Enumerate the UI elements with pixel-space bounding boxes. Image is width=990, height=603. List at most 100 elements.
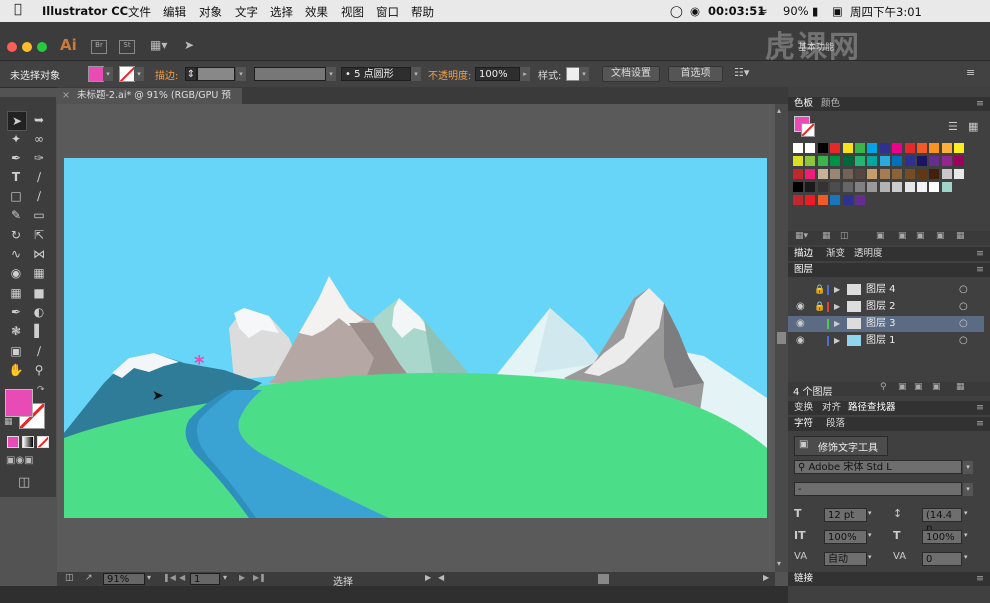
color-swatch[interactable] <box>892 182 903 192</box>
stroke-dropdown[interactable]: ▾ <box>134 67 144 81</box>
layer-name[interactable]: 图层 4 <box>866 282 896 298</box>
color-swatch[interactable] <box>941 169 952 179</box>
app-menu[interactable]: Illustrator CC <box>42 4 128 18</box>
color-swatch[interactable] <box>917 143 927 153</box>
stock-icon[interactable]: St <box>119 40 135 54</box>
swatches-panel-menu-icon[interactable]: ≡ <box>976 97 984 111</box>
transform-panel-menu-icon[interactable]: ≡ <box>976 401 984 415</box>
target-icon[interactable]: ○ <box>959 299 968 315</box>
color-swatch[interactable] <box>842 169 853 179</box>
stroke-weight-stepper[interactable]: ⇕ <box>185 67 197 81</box>
delete-layer-icon[interactable]: ▦ <box>956 382 965 392</box>
previous-artboard-icon[interactable]: ◀ <box>179 573 185 582</box>
folder-icon[interactable]: ▣ <box>916 231 925 241</box>
fill-color-swatch[interactable] <box>88 66 104 82</box>
vertical-scroll-thumb[interactable] <box>777 332 786 344</box>
selection-tool-icon[interactable]: ➤ <box>7 111 27 131</box>
color-swatch[interactable] <box>793 182 803 192</box>
color-swatch[interactable] <box>892 143 903 153</box>
menu-window[interactable]: 窗口 <box>376 4 399 20</box>
tab-links[interactable]: 链接 <box>794 572 813 586</box>
color-swatch[interactable] <box>867 143 878 153</box>
color-swatch[interactable] <box>793 143 803 153</box>
bridge-icon[interactable]: Br <box>91 40 107 54</box>
menu-edit[interactable]: 编辑 <box>163 4 186 20</box>
zoom-tool-icon[interactable]: ⚲ <box>30 361 48 379</box>
airplay-icon[interactable]: ◯ <box>670 4 683 18</box>
new-sublayer-icon[interactable]: ▣ <box>914 382 923 392</box>
new-layer-icon[interactable]: ▣ <box>932 382 941 392</box>
tab-character[interactable]: 字符 <box>794 417 813 431</box>
menu-select[interactable]: 选择 <box>270 4 293 20</box>
color-swatch[interactable] <box>929 156 940 166</box>
default-fill-stroke-icon[interactable]: ▦ <box>4 417 13 427</box>
color-swatch[interactable] <box>941 156 952 166</box>
opacity-input[interactable]: 100% <box>475 67 520 81</box>
document-tab[interactable]: × 未标题-2.ai* @ 91% (RGB/GPU 预览) <box>57 88 242 117</box>
color-swatch[interactable] <box>805 143 816 153</box>
profile-dropdown[interactable]: ▾ <box>326 67 336 81</box>
line-segment-tool-icon[interactable]: ∕ <box>30 168 48 186</box>
pencil-tool-icon[interactable]: ✎ <box>7 206 25 224</box>
color-swatch[interactable] <box>817 156 828 166</box>
swatch-grid[interactable] <box>793 143 973 231</box>
graphic-style-swatch[interactable] <box>566 67 580 81</box>
swatch-active-stroke[interactable] <box>801 123 815 137</box>
locate-object-icon[interactable]: ⚲ <box>880 382 887 392</box>
hand-tool-icon[interactable]: ✋ <box>7 361 25 379</box>
stroke-panel-menu-icon[interactable]: ≡ <box>976 247 984 261</box>
tab-paragraph[interactable]: 段落 <box>826 417 845 431</box>
color-swatch[interactable] <box>793 195 803 205</box>
show-kinds-icon[interactable]: ▦ <box>822 231 831 241</box>
stroke-weight-dropdown[interactable]: ▾ <box>236 67 246 81</box>
color-swatch[interactable] <box>941 143 952 153</box>
color-swatch[interactable] <box>879 169 890 179</box>
leading-dropdown-icon[interactable]: ▾ <box>964 509 968 517</box>
swatch-options-icon[interactable]: ◫ <box>840 231 849 241</box>
menu-file[interactable]: 文件 <box>128 4 151 20</box>
color-swatch[interactable] <box>855 156 865 166</box>
color-swatch[interactable] <box>904 182 915 192</box>
font-style-select[interactable]: - <box>794 482 962 496</box>
color-swatch[interactable] <box>855 169 865 179</box>
swap-fill-stroke-icon[interactable]: ↷ <box>37 385 45 395</box>
horizontal-scale-dropdown-icon[interactable]: ▾ <box>964 531 968 539</box>
vertical-scale-input[interactable]: 100% <box>824 530 867 544</box>
color-swatch[interactable] <box>817 143 828 153</box>
gradient-tool-icon[interactable]: ■ <box>30 284 48 302</box>
color-swatch[interactable] <box>904 156 915 166</box>
color-swatch[interactable] <box>855 143 865 153</box>
color-swatch[interactable] <box>855 195 865 205</box>
color-swatch[interactable] <box>867 182 878 192</box>
scroll-left-icon[interactable]: ◀ <box>438 573 444 582</box>
color-swatch[interactable] <box>817 182 828 192</box>
make-clipping-mask-icon[interactable]: ▣ <box>898 382 907 392</box>
status-menu-icon[interactable]: ▶ <box>425 573 431 582</box>
rectangle-tool-icon[interactable]: □ <box>7 187 25 205</box>
brush-definition[interactable]: • 5 点圆形 <box>341 67 411 81</box>
layer-row[interactable]: 🔒 ▶ 图层 4 ○ <box>788 282 980 298</box>
wifi-icon[interactable]: ≈ <box>758 4 768 18</box>
expand-icon[interactable]: ▶ <box>834 316 840 332</box>
close-tab-icon[interactable]: × <box>62 90 70 101</box>
blend-tool-icon[interactable]: ◐ <box>30 303 48 321</box>
tab-transform[interactable]: 变换 <box>794 401 813 415</box>
menu-type[interactable]: 文字 <box>235 4 258 20</box>
layer-name[interactable]: 图层 2 <box>866 299 896 315</box>
curvature-tool-icon[interactable]: ✑ <box>30 149 48 167</box>
menu-effect[interactable]: 效果 <box>305 4 328 20</box>
direct-selection-tool-icon[interactable]: ➥ <box>30 111 48 129</box>
tab-layers[interactable]: 图层 <box>794 263 813 277</box>
zoom-level-input[interactable]: 91% <box>103 573 145 585</box>
variable-width-profile[interactable] <box>254 67 326 81</box>
color-swatch[interactable] <box>830 169 841 179</box>
color-swatch[interactable] <box>830 182 841 192</box>
color-swatch[interactable] <box>793 169 803 179</box>
perspective-grid-tool-icon[interactable]: ▦ <box>30 264 48 282</box>
color-swatch[interactable] <box>817 195 828 205</box>
draw-mode-icon[interactable]: ▣◉▣ <box>6 455 34 466</box>
grid-view-icon[interactable]: ▦ <box>968 120 978 133</box>
color-swatch[interactable] <box>842 195 853 205</box>
expand-icon[interactable]: ▶ <box>834 333 840 349</box>
horizontal-scale-input[interactable]: 100% <box>922 530 962 544</box>
